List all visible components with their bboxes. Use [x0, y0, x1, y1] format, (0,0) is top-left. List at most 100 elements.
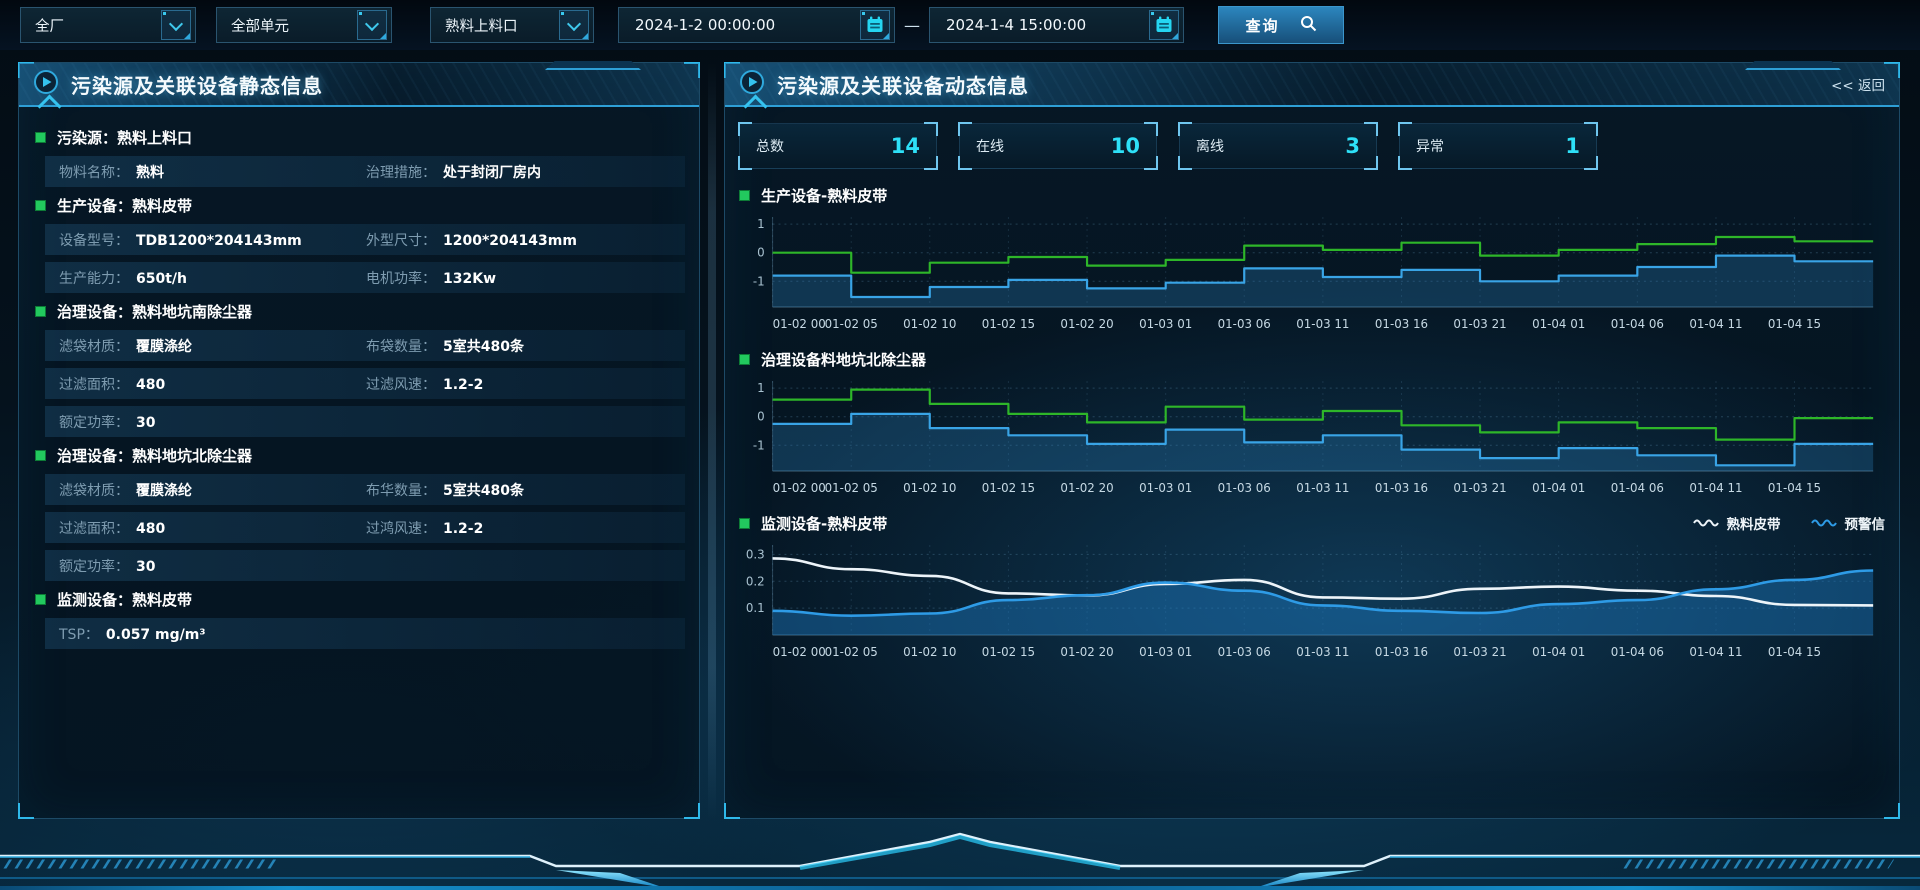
stat-card-online: 在线 10	[959, 123, 1157, 169]
info-row: 滤袋材质：覆膜涤纶 布袋数量：5室共480条	[45, 330, 685, 361]
search-icon	[1300, 15, 1317, 36]
date-range-separator: —	[895, 16, 929, 35]
end-datetime-input[interactable]: 2024-1-4 15:00:00	[929, 7, 1184, 43]
static-panel-header: 污染源及关联设备静态信息	[19, 63, 699, 107]
svg-text:01-04 01: 01-04 01	[1532, 481, 1585, 495]
chart-title-row: 监测设备-熟料皮带 熟料皮带 预警信	[739, 509, 1885, 537]
svg-text:01-02 10: 01-02 10	[903, 645, 956, 659]
chevron-down-icon	[559, 10, 589, 40]
green-square-icon	[35, 594, 46, 605]
unit-select[interactable]: 全部单元	[216, 7, 392, 43]
svg-text:-1: -1	[753, 274, 765, 288]
svg-text:01-03 11: 01-03 11	[1296, 645, 1349, 659]
svg-text:1: 1	[757, 217, 765, 231]
field-label: 外型尺寸：	[366, 230, 436, 250]
query-button[interactable]: 查询	[1218, 6, 1344, 44]
svg-text:01-04 01: 01-04 01	[1532, 317, 1585, 331]
svg-text:01-02 10: 01-02 10	[903, 481, 956, 495]
svg-text:01-02 15: 01-02 15	[982, 645, 1035, 659]
legend-item-warning[interactable]: 预警信	[1811, 513, 1886, 533]
svg-text:01-04 06: 01-04 06	[1611, 481, 1664, 495]
svg-text:01-04 06: 01-04 06	[1611, 317, 1664, 331]
wave-line-icon	[1811, 518, 1837, 528]
stat-label: 离线	[1196, 136, 1224, 156]
wave-line-icon	[1693, 518, 1719, 528]
chevron-down-icon	[161, 10, 191, 40]
field-label: 过滤面积：	[59, 518, 129, 538]
source-select[interactable]: 熟料上料口	[430, 7, 594, 43]
calendar-icon[interactable]	[1149, 10, 1179, 40]
svg-text:0: 0	[757, 410, 765, 424]
svg-text:01-04 15: 01-04 15	[1768, 645, 1821, 659]
svg-text:01-04 06: 01-04 06	[1611, 645, 1664, 659]
stat-label: 异常	[1416, 136, 1444, 156]
field-label: 设备型号：	[59, 230, 129, 250]
field-value: 覆膜涤纶	[136, 480, 192, 500]
field-label: 滤袋材质：	[59, 480, 129, 500]
svg-text:01-04 15: 01-04 15	[1768, 317, 1821, 331]
svg-text:01-03 01: 01-03 01	[1139, 317, 1192, 331]
svg-text:01-03 21: 01-03 21	[1453, 481, 1506, 495]
field-label: 电机功率：	[366, 268, 436, 288]
svg-text:01-02 00: 01-02 00	[773, 645, 826, 659]
info-row: 额定功率：30	[45, 550, 685, 581]
field-value: 熟料	[136, 162, 164, 182]
plant-select[interactable]: 全厂	[20, 7, 196, 43]
chart-title: 监测设备-熟料皮带	[761, 513, 887, 534]
field-value: 30	[136, 415, 155, 431]
dynamic-info-panel: 污染源及关联设备动态信息 << 返回 总数 14 在线 10 离线 3 异常	[724, 62, 1900, 819]
svg-text:01-02 20: 01-02 20	[1060, 481, 1113, 495]
chart-legend: 熟料皮带 预警信	[1693, 513, 1886, 533]
field-value: 480	[136, 377, 165, 393]
legend-item-belt[interactable]: 熟料皮带	[1693, 513, 1781, 533]
green-square-icon	[35, 200, 46, 211]
svg-text:01-04 11: 01-04 11	[1689, 481, 1742, 495]
green-square-icon	[739, 354, 750, 365]
field-label: 生产能力：	[59, 268, 129, 288]
start-datetime-value: 2024-1-2 00:00:00	[635, 16, 775, 34]
monitor-line-chart: 0.30.20.101-02 0001-02 0501-02 1001-02 1…	[739, 537, 1885, 669]
svg-text:01-02 00: 01-02 00	[773, 481, 826, 495]
treatment-step-chart: 10-101-02 0001-02 0501-02 1001-02 1501-0…	[739, 373, 1885, 505]
plant-select-value: 全厂	[35, 15, 64, 36]
info-row: TSP：0.057 mg/m³	[45, 618, 685, 649]
field-label: 过滤面积：	[59, 374, 129, 394]
field-value: 覆膜涤纶	[136, 336, 192, 356]
svg-text:0.3: 0.3	[746, 547, 765, 561]
svg-text:01-04 15: 01-04 15	[1768, 481, 1821, 495]
svg-text:0.1: 0.1	[746, 601, 765, 615]
field-value: 处于封闭厂房内	[443, 162, 541, 182]
stat-label: 在线	[976, 136, 1004, 156]
chart-block-monitor: 监测设备-熟料皮带 熟料皮带 预警信 0.30.20.101-02 0001-0…	[725, 505, 1899, 669]
field-label: 滤袋材质：	[59, 336, 129, 356]
green-square-icon	[35, 306, 46, 317]
query-button-label: 查询	[1245, 15, 1279, 36]
unit-select-value: 全部单元	[231, 15, 289, 36]
chart-title: 生产设备-熟料皮带	[761, 185, 887, 206]
section-heading: 生产设备：熟料皮带	[35, 195, 685, 216]
chevron-down-icon	[357, 10, 387, 40]
stat-value: 14	[891, 134, 920, 158]
source-select-value: 熟料上料口	[445, 15, 518, 36]
field-value: 0.057 mg/m³	[106, 627, 206, 643]
field-label: 额定功率：	[59, 556, 129, 576]
svg-text:-1: -1	[753, 438, 765, 452]
section-heading: 监测设备：熟料皮带	[35, 589, 685, 610]
static-info-panel: 污染源及关联设备静态信息 污染源：熟料上料口 物料名称：熟料 治理措施：处于封闭…	[18, 62, 700, 819]
svg-text:01-02 10: 01-02 10	[903, 317, 956, 331]
stat-value: 10	[1111, 134, 1140, 158]
chart-block-production: 生产设备-熟料皮带 10-101-02 0001-02 0501-02 1001…	[725, 177, 1899, 341]
svg-text:01-03 01: 01-03 01	[1139, 481, 1192, 495]
back-link[interactable]: << 返回	[1831, 74, 1885, 94]
field-label: 物料名称：	[59, 162, 129, 182]
calendar-icon[interactable]	[860, 10, 890, 40]
chart-title-row: 生产设备-熟料皮带	[739, 181, 1885, 209]
svg-text:01-03 06: 01-03 06	[1218, 317, 1271, 331]
svg-text:01-03 21: 01-03 21	[1453, 317, 1506, 331]
svg-text:01-03 16: 01-03 16	[1375, 481, 1428, 495]
svg-text:01-03 01: 01-03 01	[1139, 645, 1192, 659]
field-value: 1.2-2	[443, 377, 483, 393]
svg-text:01-02 15: 01-02 15	[982, 317, 1035, 331]
start-datetime-input[interactable]: 2024-1-2 00:00:00	[618, 7, 895, 43]
device-stats-row: 总数 14 在线 10 离线 3 异常 1	[725, 107, 1899, 177]
